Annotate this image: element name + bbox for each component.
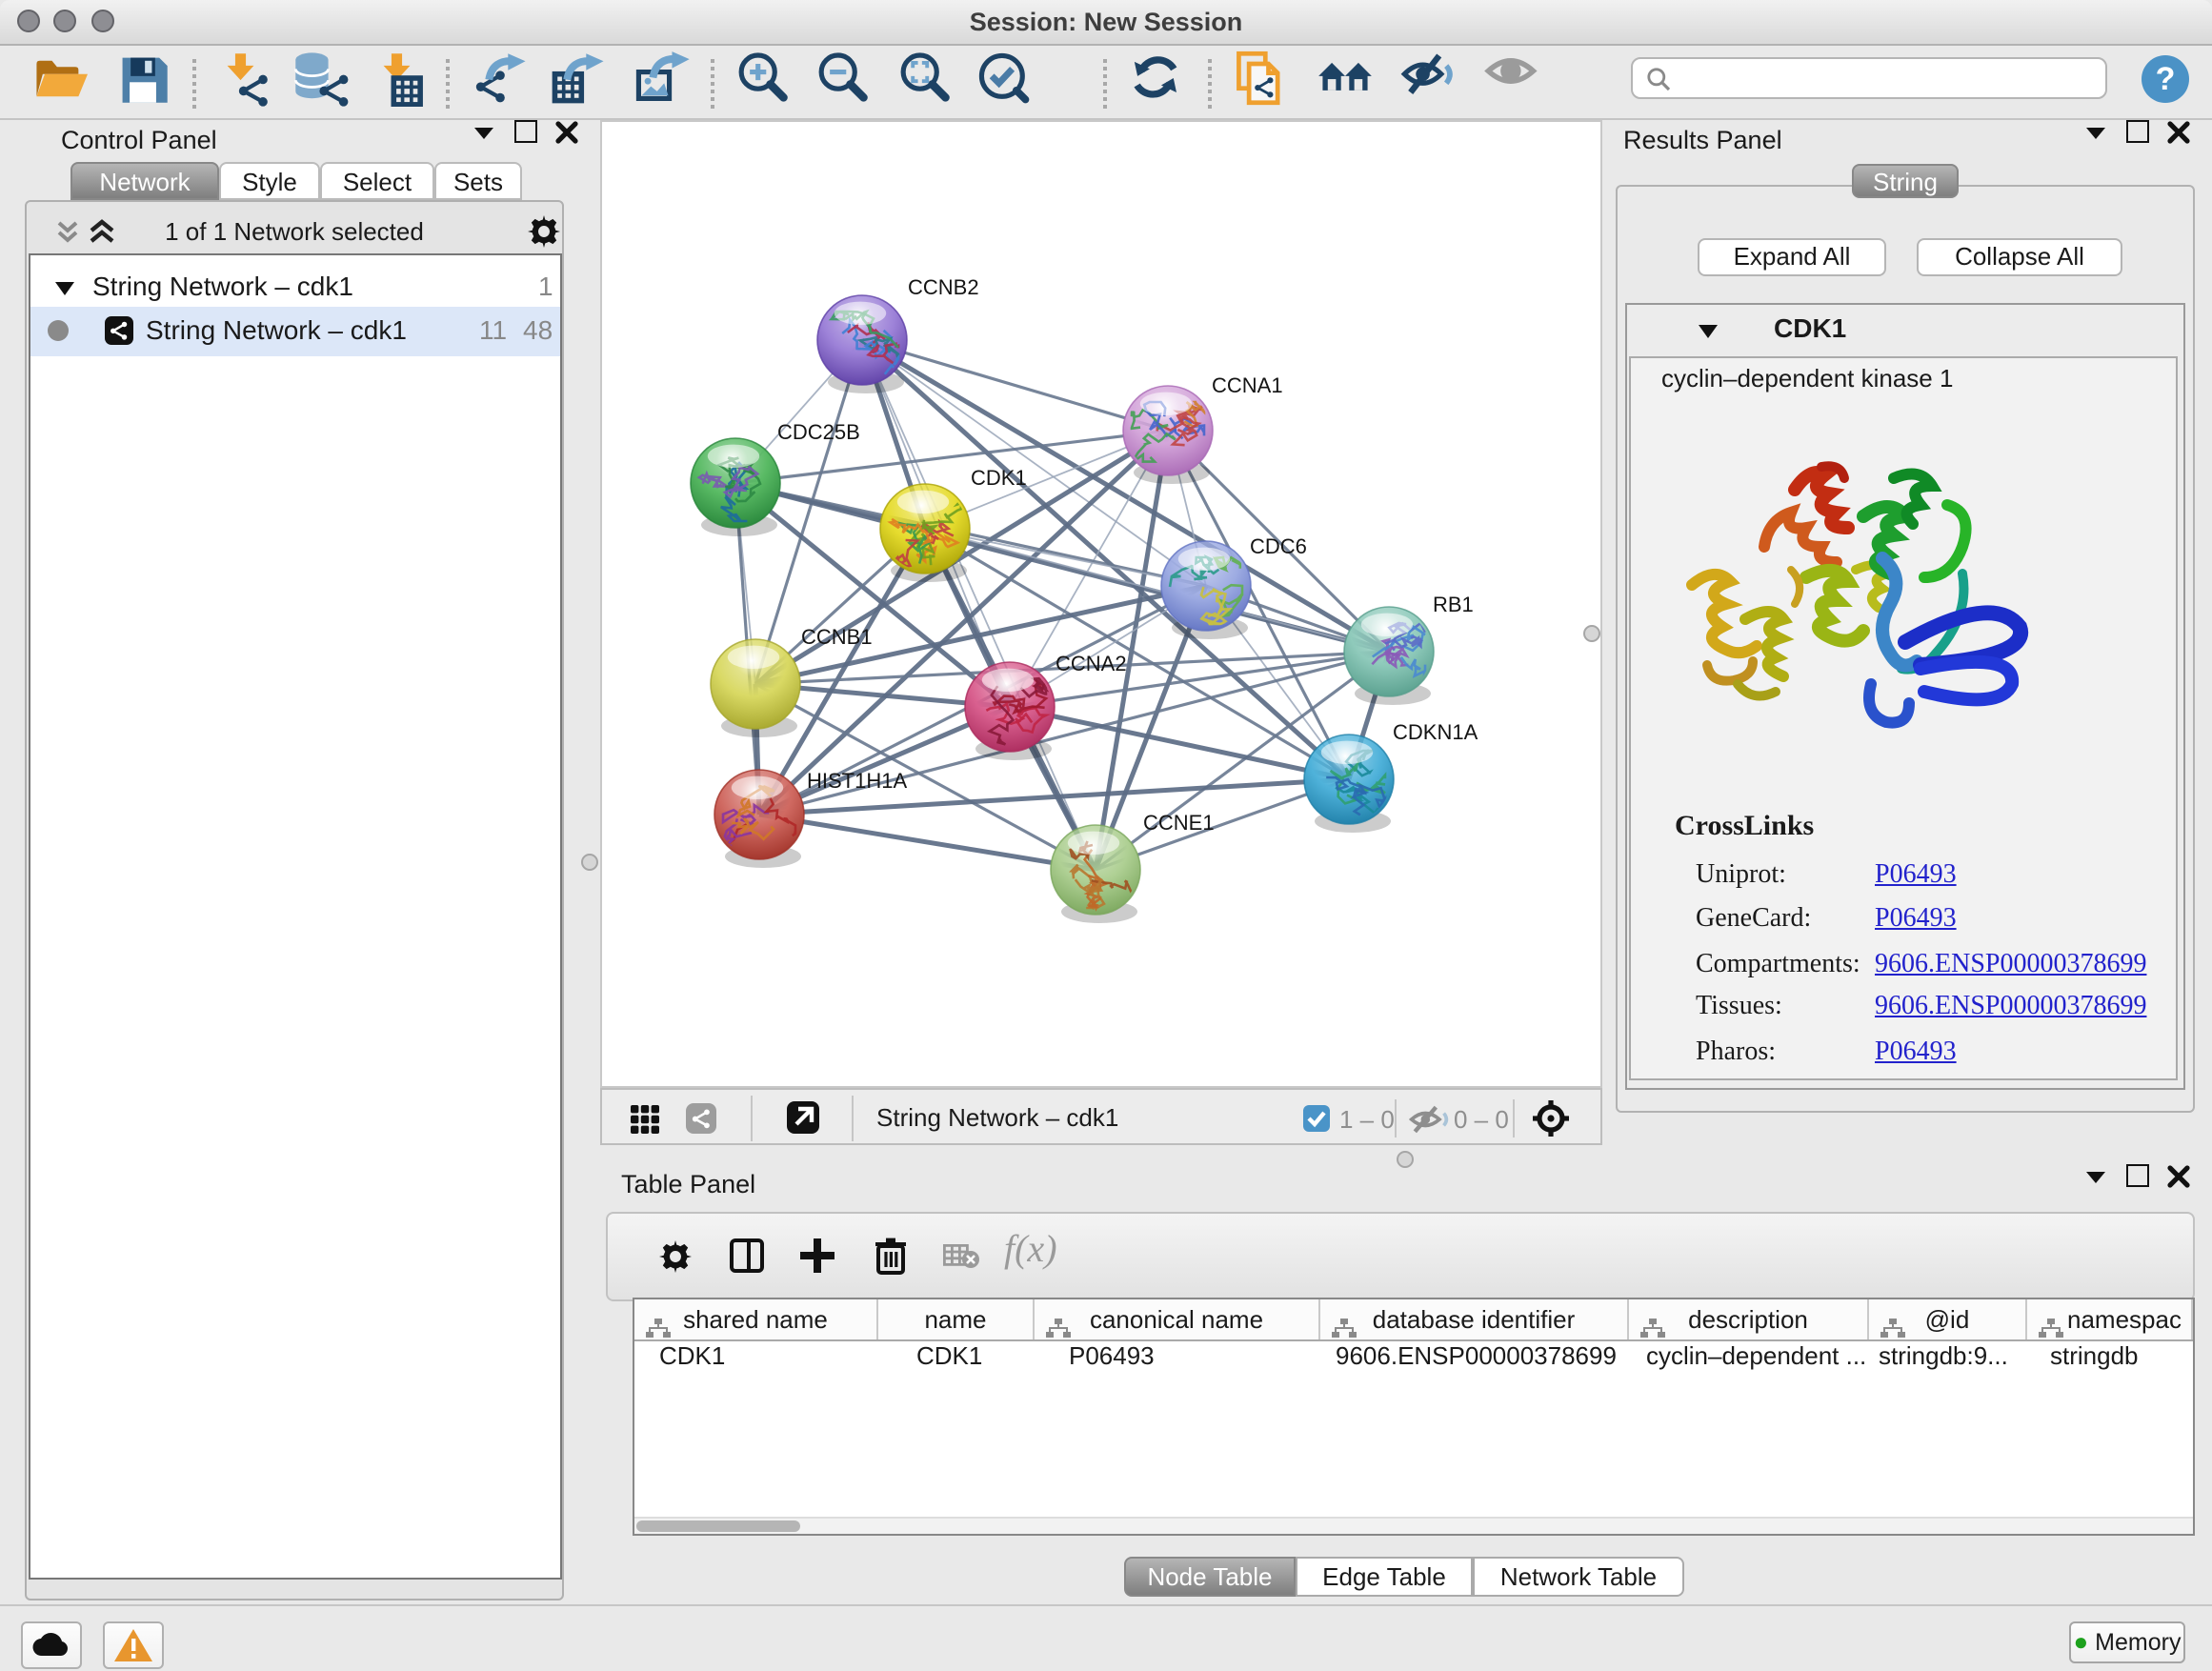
svg-text:CCNB2: CCNB2 (908, 274, 979, 298)
svg-text:CDC6: CDC6 (1250, 534, 1307, 557)
svg-text:HIST1H1A: HIST1H1A (807, 768, 907, 792)
svg-text:CDKN1A: CDKN1A (1393, 719, 1478, 743)
svg-text:CCNA2: CCNA2 (1056, 651, 1127, 674)
svg-text:RB1: RB1 (1433, 592, 1474, 615)
svg-text:CDC25B: CDC25B (777, 419, 860, 443)
svg-text:CCNE1: CCNE1 (1143, 810, 1215, 834)
svg-text:CCNA1: CCNA1 (1212, 372, 1283, 396)
svg-text:CDK1: CDK1 (971, 465, 1027, 489)
svg-text:CCNB1: CCNB1 (801, 624, 873, 648)
